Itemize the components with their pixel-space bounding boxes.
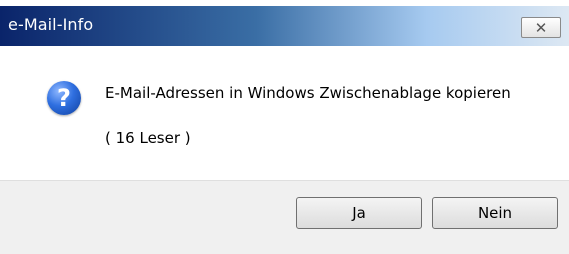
- no-button[interactable]: Nein: [432, 197, 558, 229]
- window-title: e-Mail-Info: [8, 15, 94, 34]
- reader-count-text: ( 16 Leser ): [105, 129, 191, 147]
- close-button[interactable]: ✕: [521, 17, 561, 38]
- message-area: ? E-Mail-Adressen in Windows Zwischenabl…: [0, 46, 569, 180]
- question-icon: ?: [47, 81, 81, 115]
- close-icon: ✕: [534, 18, 548, 37]
- button-bar: Ja Nein: [0, 180, 569, 254]
- yes-button[interactable]: Ja: [296, 197, 422, 229]
- message-text: E-Mail-Adressen in Windows Zwischenablag…: [105, 84, 511, 102]
- dialog-window: e-Mail-Info ✕ ? E-Mail-Adressen in Windo…: [0, 0, 569, 254]
- question-icon-glyph: ?: [57, 84, 71, 112]
- title-bar[interactable]: e-Mail-Info ✕: [0, 6, 569, 46]
